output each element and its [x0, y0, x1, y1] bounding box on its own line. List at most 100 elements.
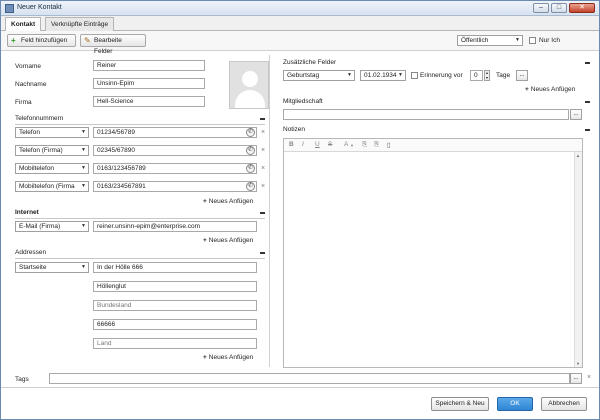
collapse-extra-icon[interactable] [585, 62, 590, 64]
maximize-button[interactable]: □ [551, 3, 567, 13]
city-field[interactable]: Höllenglut [93, 281, 257, 292]
first-name-label: Vorname [15, 63, 42, 70]
phone-icon[interactable]: ✆ [246, 128, 255, 137]
scroll-down-icon[interactable]: ▼ [576, 361, 580, 366]
app-icon [5, 4, 14, 13]
contact-dialog: Neuer Kontakt – □ ✕ Kontakt Verknüpfte E… [0, 0, 600, 420]
phone-icon[interactable]: ✆ [246, 146, 255, 155]
phone-type-select-4[interactable]: Mobiltelefon (Firma ▼ [15, 181, 89, 192]
country-field[interactable]: Land [93, 338, 257, 349]
ellipsis-icon[interactable]: ... [516, 70, 528, 81]
phone-type-select-3[interactable]: Mobiltelefon ▼ [15, 163, 89, 174]
minimize-button[interactable]: – [533, 3, 549, 13]
clipboard-icon[interactable]: ▯ [387, 141, 391, 149]
collapse-internet-icon[interactable] [260, 212, 265, 214]
phone-icon[interactable]: ✆ [246, 182, 255, 191]
address-type-select[interactable]: Startseite ▼ [15, 262, 89, 273]
addresses-divider [15, 258, 265, 259]
add-phone-label: Neues Anfügen [208, 198, 254, 205]
first-name-field[interactable]: Reiner [93, 60, 205, 71]
phone-type-value: Mobiltelefon [19, 165, 55, 172]
extra-field-type-value: Geburtstag [287, 72, 320, 79]
collapse-membership-icon[interactable] [585, 101, 590, 103]
chevron-down-icon: ▼ [398, 72, 403, 78]
chevron-down-icon: ▼ [81, 147, 86, 153]
phone-number-field-2[interactable]: 02345/67890 [93, 145, 257, 156]
company-field[interactable]: Hell-Science [93, 96, 205, 107]
notes-scrollbar[interactable]: ▲ ▼ [574, 152, 582, 367]
phone-number-field-4[interactable]: 0163/234567891 [93, 181, 257, 192]
birthday-date-picker[interactable]: 01.02.1934 ▼ [360, 70, 406, 81]
ok-button[interactable]: OK [497, 397, 533, 411]
paste-icon[interactable]: ⎘ [374, 141, 379, 149]
email-field[interactable]: reiner.unsinn-epim@enterprise.com [93, 221, 257, 232]
add-phone-link[interactable]: + Neues Anfügen [203, 198, 253, 205]
reminder-days-field[interactable]: 0 [470, 70, 483, 81]
italic-icon[interactable]: I [302, 141, 304, 148]
edit-fields-button[interactable]: ✎ Bearbeite Felder [80, 34, 146, 55]
only-me-checkbox[interactable] [529, 37, 536, 44]
chevron-down-icon: ▼ [81, 264, 86, 270]
phone-type-select-2[interactable]: Telefon (Firma) ▼ [15, 145, 89, 156]
pencil-icon: ✎ [84, 36, 91, 45]
notes-editor[interactable]: B I U S A ▼ ⎘ ⎘ ▯ ▲ ▼ [283, 138, 583, 368]
chevron-down-icon: ▼ [81, 183, 86, 189]
chevron-down-icon[interactable]: ▼ [350, 143, 354, 148]
clear-tags-icon[interactable]: × [587, 374, 591, 382]
collapse-notes-icon[interactable] [585, 129, 590, 131]
window-title: Neuer Kontakt [17, 4, 62, 11]
font-color-icon[interactable]: A [344, 141, 348, 148]
scroll-up-icon[interactable]: ▲ [576, 153, 580, 158]
add-internet-link[interactable]: + Neues Anfügen [203, 237, 253, 244]
phone-type-value: Telefon (Firma) [19, 147, 63, 154]
remove-phone-3-icon[interactable]: × [261, 165, 265, 173]
state-field[interactable]: Bundesland [93, 300, 257, 311]
membership-section-title: Mitgliedschaft [283, 98, 323, 105]
cancel-button[interactable]: Abbrechen [541, 397, 587, 411]
extra-fields-section-title: Zusätzliche Felder [283, 59, 337, 66]
avatar[interactable] [229, 61, 269, 109]
last-name-field[interactable]: Unsinn-Epim [93, 78, 205, 89]
zip-field[interactable]: 66666 [93, 319, 257, 330]
tags-label: Tags [15, 376, 29, 383]
only-me-label: Nur Ich [539, 37, 560, 44]
notes-toolbar: B I U S A ▼ ⎘ ⎘ ▯ [284, 139, 582, 152]
remove-phone-2-icon[interactable]: × [261, 147, 265, 155]
add-internet-label: Neues Anfügen [208, 237, 254, 244]
phone-number-field-1[interactable]: 01234/56789 [93, 127, 257, 138]
ellipsis-icon[interactable]: ... [570, 373, 582, 384]
copy-icon[interactable]: ⎘ [362, 141, 367, 149]
reminder-checkbox[interactable] [411, 72, 418, 79]
phone-number-field-3[interactable]: 0163/123456789 [93, 163, 257, 174]
extra-field-type-select[interactable]: Geburtstag ▼ [283, 70, 355, 81]
collapse-addresses-icon[interactable] [260, 252, 265, 254]
street-field[interactable]: In der Hölle 666 [93, 262, 257, 273]
remove-phone-1-icon[interactable]: × [261, 129, 265, 137]
underline-icon[interactable]: U [315, 141, 320, 148]
days-label: Tage [496, 72, 511, 79]
ellipsis-icon[interactable]: ... [570, 109, 582, 120]
membership-field[interactable] [283, 109, 569, 120]
reminder-label: Erinnerung vor [420, 72, 463, 79]
visibility-select[interactable]: Öffentlich ▼ [457, 35, 523, 46]
save-new-button[interactable]: Speichern & Neu [431, 397, 489, 411]
edit-fields-label: Bearbeite Felder [94, 37, 122, 55]
bold-icon[interactable]: B [289, 141, 294, 148]
strikethrough-icon[interactable]: S [328, 141, 332, 148]
phone-icon[interactable]: ✆ [246, 164, 255, 173]
chevron-down-icon: ▼ [81, 165, 86, 171]
collapse-phones-icon[interactable] [260, 118, 265, 120]
tags-field[interactable] [49, 373, 570, 384]
close-window-button[interactable]: ✕ [569, 3, 595, 13]
reminder-days-stepper[interactable]: ▲ ▼ [484, 70, 490, 81]
plus-icon: + [203, 237, 207, 244]
add-field-button[interactable]: + Feld hinzufügen [7, 34, 76, 47]
internet-type-select[interactable]: E-Mail (Firma) ▼ [15, 221, 89, 232]
add-address-link[interactable]: + Neues Anfügen [203, 354, 253, 361]
tab-linked-entries[interactable]: Verknüpfte Einträge [45, 17, 115, 31]
remove-phone-4-icon[interactable]: × [261, 183, 265, 191]
address-type-value: Startseite [19, 264, 47, 271]
tab-kontakt[interactable]: Kontakt [5, 17, 42, 32]
add-extra-link[interactable]: + Neues Anfügen [525, 86, 575, 93]
phone-type-select-1[interactable]: Telefon ▼ [15, 127, 89, 138]
